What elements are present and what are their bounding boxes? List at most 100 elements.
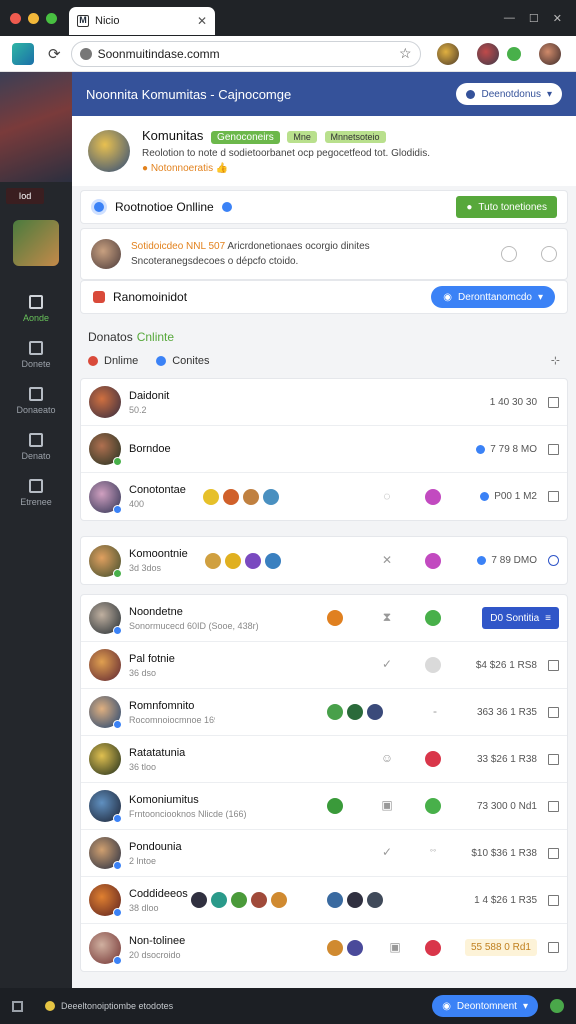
- filter-label: Conites: [172, 354, 210, 367]
- status-dot-icon: [113, 814, 122, 823]
- maximize-icon[interactable]: ☐: [529, 12, 539, 25]
- ring-icon[interactable]: ◌: [379, 489, 395, 505]
- community-avatar[interactable]: [88, 130, 130, 172]
- check-icon[interactable]: ✓: [379, 845, 395, 861]
- avatar[interactable]: [89, 837, 122, 870]
- row-menu-icon[interactable]: [548, 847, 559, 859]
- header-dropdown-button[interactable]: Deenotdonus ▾: [456, 83, 562, 105]
- status-message-text: Deeeltonoiptiombe etodotes: [61, 1001, 174, 1011]
- filter-online[interactable]: Dnlime: [88, 355, 138, 367]
- row-value: 55 588 0 Rd1: [464, 939, 537, 956]
- game-icon: [367, 892, 383, 908]
- filter-settings-icon[interactable]: ⊹: [551, 354, 560, 367]
- comment-icon[interactable]: [541, 246, 557, 262]
- table-row[interactable]: Conotontae 400 ◌ P00 1 M2: [81, 473, 567, 520]
- table-row[interactable]: Pal fotnie 36 dso ✓ $4 $26 1 RS8: [81, 642, 567, 689]
- table-row[interactable]: Noondetne Sonormucecd 60ID (Sooe, 438r) …: [81, 595, 567, 642]
- minimize-window-dot[interactable]: [28, 12, 39, 24]
- app-logo-icon[interactable]: [12, 42, 34, 65]
- browser-tab[interactable]: M Nicio ✕: [69, 7, 215, 35]
- avatar[interactable]: [436, 42, 459, 65]
- table-row[interactable]: Komoontnie 3d 3dos ✕ 7 89 DMO: [81, 537, 567, 584]
- apps-grid-icon[interactable]: [12, 1000, 23, 1012]
- avatar[interactable]: [89, 649, 121, 681]
- table-row[interactable]: Daidonit 50.2 1 40 30 30: [81, 379, 567, 426]
- row-menu-icon[interactable]: [548, 706, 559, 718]
- avatar[interactable]: [89, 696, 122, 729]
- row-menu-icon[interactable]: [548, 894, 559, 906]
- url-text[interactable]: Soonmuitindase.comm: [98, 47, 393, 61]
- image-icon[interactable]: ▣: [387, 940, 403, 956]
- site-info-icon[interactable]: [79, 47, 92, 60]
- rail-item-grid[interactable]: Denato: [0, 424, 72, 470]
- table-row[interactable]: Non-tolinee 20 dsocroido ▣ 55 588 0 Rd1: [81, 924, 567, 971]
- avatar[interactable]: [89, 433, 122, 466]
- chat-icon: ◉: [442, 1000, 451, 1012]
- filter-contacts[interactable]: Conites: [156, 354, 210, 367]
- activity-line-1: Sotidoicdeo NNL 507 Aricrdonetionaes oco…: [131, 241, 491, 252]
- table-row[interactable]: Ratatatunia 36 tloo ☺ 33 $26 1 R38: [81, 736, 567, 783]
- button-dot-icon: [466, 89, 476, 99]
- avatar[interactable]: [89, 743, 121, 775]
- table-row[interactable]: Coddideeos 38 dloo 1 4 $26 1 R35: [81, 877, 567, 924]
- recent-dropdown-button[interactable]: ◉ Deronttanomcdo ▾: [431, 286, 555, 308]
- status-dot-icon: [113, 626, 122, 635]
- check-status-icon[interactable]: [550, 999, 564, 1013]
- avatar[interactable]: [91, 239, 121, 269]
- table-row[interactable]: Komoniumitus Frntoonciooknos Nlicde (166…: [81, 783, 567, 830]
- game-icon: [347, 892, 363, 908]
- bookmark-star-icon[interactable]: ☆: [399, 45, 412, 62]
- row-menu-icon[interactable]: [548, 491, 559, 502]
- row-menu-icon[interactable]: [548, 942, 559, 953]
- online-action-button[interactable]: ● Tuto tonetiones: [456, 196, 557, 218]
- smile-icon[interactable]: ☺: [379, 751, 395, 767]
- avatar[interactable]: [89, 931, 122, 965]
- row-action-label: D0 Sontitia: [490, 612, 540, 624]
- row-subtitle: 36 dso: [129, 667, 157, 678]
- reload-icon[interactable]: ⟳: [48, 45, 61, 63]
- game-icon: [265, 552, 281, 569]
- row-menu-icon[interactable]: [548, 800, 559, 812]
- rail-item-calendar[interactable]: Donaeato: [0, 378, 72, 424]
- maximize-window-dot[interactable]: [46, 12, 57, 24]
- status-action-button[interactable]: ◉ Deontomnent ▾: [432, 995, 538, 1017]
- table-row[interactable]: Romnfomnito Rocomnoiocmnoe 1690 - 363 36…: [81, 689, 567, 736]
- game-thumbnail[interactable]: [13, 220, 59, 266]
- rail-item-folder[interactable]: Etrenee: [0, 470, 72, 516]
- rail-item-home[interactable]: Aonde: [0, 286, 72, 332]
- image-icon[interactable]: ▣: [379, 798, 395, 814]
- check-icon[interactable]: ✓: [379, 657, 395, 673]
- row-menu-icon[interactable]: [548, 659, 559, 671]
- game-icons: [327, 704, 383, 720]
- game-icon: [347, 704, 363, 720]
- avatar[interactable]: [89, 544, 122, 578]
- tab-close-icon[interactable]: ✕: [197, 14, 207, 28]
- like-icon[interactable]: [501, 246, 517, 262]
- game-icon: [271, 892, 287, 908]
- avatar[interactable]: [89, 386, 121, 418]
- chevron-down-icon: ▾: [546, 88, 552, 100]
- game-hero-image[interactable]: Iod: [0, 72, 72, 204]
- close-icon[interactable]: ✕: [553, 12, 562, 25]
- avatar[interactable]: [89, 602, 122, 635]
- row-menu-icon[interactable]: [548, 443, 559, 455]
- minimize-icon[interactable]: —: [504, 12, 515, 25]
- row-action-button[interactable]: D0 Sontitia ≡: [482, 607, 559, 629]
- close-icon[interactable]: ✕: [379, 553, 395, 569]
- avatar[interactable]: [476, 42, 499, 65]
- table-row[interactable]: Pondounia 2 lntoe ✓ ◦◦ $10 $36 1 R38: [81, 830, 567, 877]
- select-ring-icon[interactable]: [548, 555, 559, 566]
- url-field[interactable]: Soonmuitindase.comm ☆: [70, 40, 421, 67]
- rail-item-pen[interactable]: Donete: [0, 332, 72, 378]
- more-icon[interactable]: ◦◦: [425, 845, 441, 861]
- table-row[interactable]: Borndoe 7 79 8 MO: [81, 426, 567, 473]
- row-menu-icon[interactable]: [548, 396, 559, 408]
- hourglass-icon[interactable]: ⧗: [379, 610, 395, 626]
- avatar[interactable]: [89, 480, 122, 514]
- row-value-text: 363 36 1 R35: [476, 706, 537, 718]
- avatar[interactable]: [89, 790, 122, 823]
- avatar[interactable]: [538, 42, 561, 65]
- avatar[interactable]: [89, 884, 122, 917]
- close-window-dot[interactable]: [10, 12, 21, 24]
- row-menu-icon[interactable]: [548, 753, 559, 765]
